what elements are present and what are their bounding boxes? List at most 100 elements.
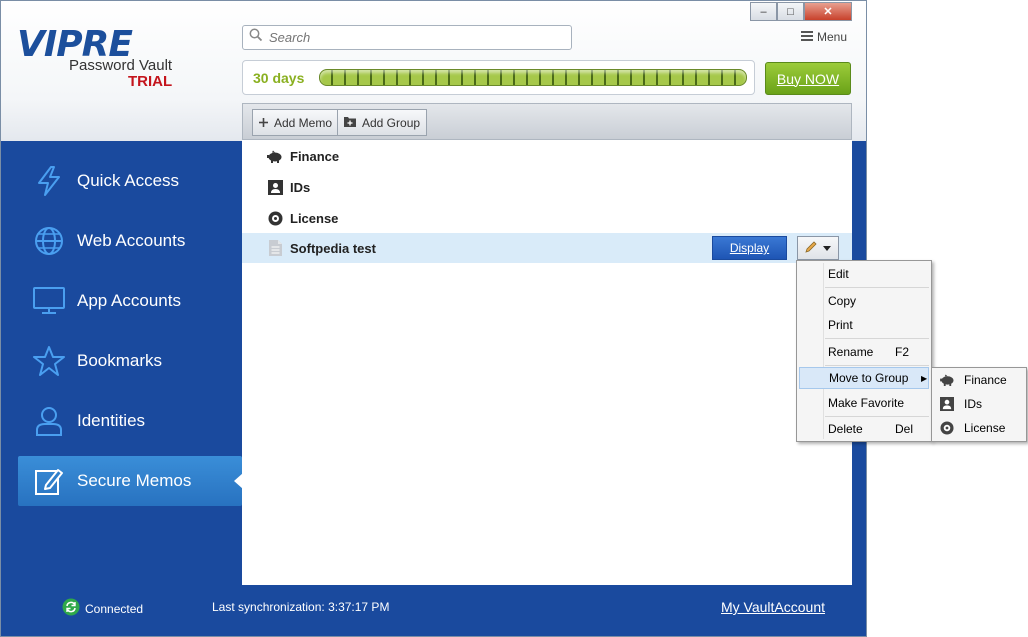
chevron-right-icon: ▶ bbox=[921, 373, 928, 383]
lightning-icon bbox=[29, 161, 69, 201]
search-input[interactable] bbox=[269, 30, 559, 45]
display-button-label: Display bbox=[729, 241, 770, 255]
display-button[interactable]: Display bbox=[712, 236, 787, 260]
trial-days-remaining: 30 days bbox=[253, 70, 305, 86]
search-icon bbox=[249, 28, 263, 47]
buy-now-label: Buy NOW bbox=[776, 70, 840, 87]
sidebar-item-label: App Accounts bbox=[77, 291, 181, 310]
connection-status-label: Connected bbox=[85, 601, 144, 616]
status-bar: Connected Last synchronization: 3:37:17 … bbox=[1, 591, 866, 636]
list-item-label: Softpedia test bbox=[290, 240, 376, 256]
monitor-icon bbox=[29, 281, 69, 321]
submenu-item-ids[interactable]: IDs bbox=[934, 393, 1024, 415]
list-item-label: Finance bbox=[290, 148, 340, 164]
folder-add-icon bbox=[344, 116, 356, 130]
add-memo-label: Add Memo bbox=[274, 115, 333, 130]
chevron-down-icon bbox=[823, 243, 831, 254]
menu-item-label: Move to Group bbox=[829, 371, 909, 385]
add-group-button[interactable]: Add Group bbox=[337, 109, 428, 136]
menu-item-make-favorite[interactable]: Make Favorite bbox=[799, 392, 929, 414]
menu-separator bbox=[825, 416, 929, 417]
document-icon bbox=[267, 240, 283, 256]
connection-status: Connected bbox=[62, 598, 143, 619]
menu-separator bbox=[825, 287, 929, 288]
memo-list: Finance IDs License Softpedia test Displ… bbox=[242, 140, 852, 585]
sidebar-item-label: Bookmarks bbox=[77, 351, 163, 370]
hamburger-icon bbox=[801, 30, 813, 44]
logo-edition: TRIAL bbox=[128, 73, 173, 90]
sidebar-item-quick-access[interactable]: Quick Access bbox=[18, 156, 242, 206]
sidebar-item-label: Identities bbox=[77, 411, 146, 430]
window-controls: – □ ✕ bbox=[750, 2, 852, 21]
submenu-item-license[interactable]: License bbox=[934, 417, 1024, 439]
list-item[interactable]: License bbox=[242, 203, 852, 233]
id-card-icon bbox=[267, 179, 283, 195]
menu-separator bbox=[825, 365, 929, 366]
edit-dropdown-button[interactable] bbox=[797, 236, 839, 260]
trial-progress-bar bbox=[319, 69, 747, 86]
last-sync-label: Last synchronization: 3:37:17 PM bbox=[212, 600, 390, 614]
list-item[interactable]: IDs bbox=[242, 172, 852, 202]
sidebar-item-label: Web Accounts bbox=[77, 231, 186, 250]
menu-item-label: Delete bbox=[828, 422, 863, 436]
menu-item-rename[interactable]: Rename F2 bbox=[799, 341, 929, 363]
logo: VIPRE Password Vault TRIAL bbox=[17, 27, 197, 91]
submenu-item-label: Finance bbox=[964, 373, 1007, 387]
star-icon bbox=[29, 341, 69, 381]
disc-icon bbox=[267, 210, 283, 226]
menu-item-label: Print bbox=[828, 318, 853, 332]
sidebar-item-label: Secure Memos bbox=[77, 471, 192, 490]
disc-icon bbox=[934, 421, 960, 435]
menu-item-copy[interactable]: Copy bbox=[799, 290, 929, 312]
maximize-button[interactable]: □ bbox=[777, 2, 804, 21]
minimize-button[interactable]: – bbox=[750, 2, 777, 21]
menu-item-edit[interactable]: Edit bbox=[799, 263, 929, 285]
move-to-group-submenu: Finance IDs License bbox=[931, 367, 1027, 442]
menu-button[interactable]: Menu bbox=[801, 30, 847, 44]
menu-item-shortcut: Del bbox=[895, 422, 914, 436]
sidebar-item-app-accounts[interactable]: App Accounts bbox=[18, 276, 242, 326]
search-box[interactable] bbox=[242, 25, 572, 50]
menu-item-label: Make Favorite bbox=[828, 396, 905, 410]
logo-product-name: Password Vault bbox=[69, 57, 173, 74]
menu-item-label: Copy bbox=[828, 294, 857, 308]
id-card-icon bbox=[934, 397, 960, 411]
menu-item-print[interactable]: Print bbox=[799, 314, 929, 336]
menu-item-label: Edit bbox=[828, 267, 849, 281]
sidebar-item-web-accounts[interactable]: Web Accounts bbox=[18, 216, 242, 266]
menu-label: Menu bbox=[817, 30, 848, 44]
piggy-bank-icon bbox=[267, 148, 283, 164]
sidebar-item-label: Quick Access bbox=[77, 171, 180, 190]
pencil-icon bbox=[805, 240, 817, 256]
add-memo-button[interactable]: Add Memo bbox=[252, 109, 340, 136]
menu-item-shortcut: F2 bbox=[895, 345, 910, 359]
list-item[interactable]: Finance bbox=[242, 141, 852, 171]
vault-account-link[interactable]: My VaultAccount bbox=[721, 599, 825, 615]
toolbar: Add Memo Add Group bbox=[242, 103, 852, 140]
list-item-label: IDs bbox=[290, 179, 311, 195]
list-item-selected[interactable]: Softpedia test Display bbox=[242, 233, 852, 263]
submenu-item-finance[interactable]: Finance bbox=[934, 369, 1024, 391]
buy-now-button[interactable]: Buy NOW bbox=[765, 62, 851, 95]
person-icon bbox=[29, 401, 69, 441]
sync-icon bbox=[62, 598, 80, 619]
sidebar-item-identities[interactable]: Identities bbox=[18, 396, 242, 446]
memo-edit-icon bbox=[29, 461, 69, 501]
submenu-item-label: IDs bbox=[964, 397, 982, 411]
menu-item-delete[interactable]: Delete Del bbox=[799, 418, 929, 440]
app-window: – □ ✕ VIPRE Password Vault TRIAL Menu 30… bbox=[0, 0, 867, 637]
plus-icon bbox=[259, 116, 268, 130]
sidebar-item-secure-memos[interactable]: Secure Memos bbox=[18, 456, 243, 506]
sidebar: Quick Access Web Accounts App Accounts B… bbox=[1, 141, 243, 591]
list-item-label: License bbox=[290, 210, 339, 226]
trial-bar: 30 days bbox=[242, 60, 755, 95]
context-menu: Edit Copy Print Rename F2 Move to Group ▶ … bbox=[796, 260, 932, 442]
sidebar-item-bookmarks[interactable]: Bookmarks bbox=[18, 336, 242, 386]
menu-separator bbox=[825, 338, 929, 339]
globe-icon bbox=[29, 221, 69, 261]
close-button[interactable]: ✕ bbox=[804, 2, 852, 21]
menu-item-label: Rename bbox=[828, 345, 874, 359]
piggy-bank-icon bbox=[934, 374, 960, 386]
menu-item-move-to-group[interactable]: Move to Group ▶ bbox=[799, 367, 929, 389]
add-group-label: Add Group bbox=[362, 115, 421, 130]
